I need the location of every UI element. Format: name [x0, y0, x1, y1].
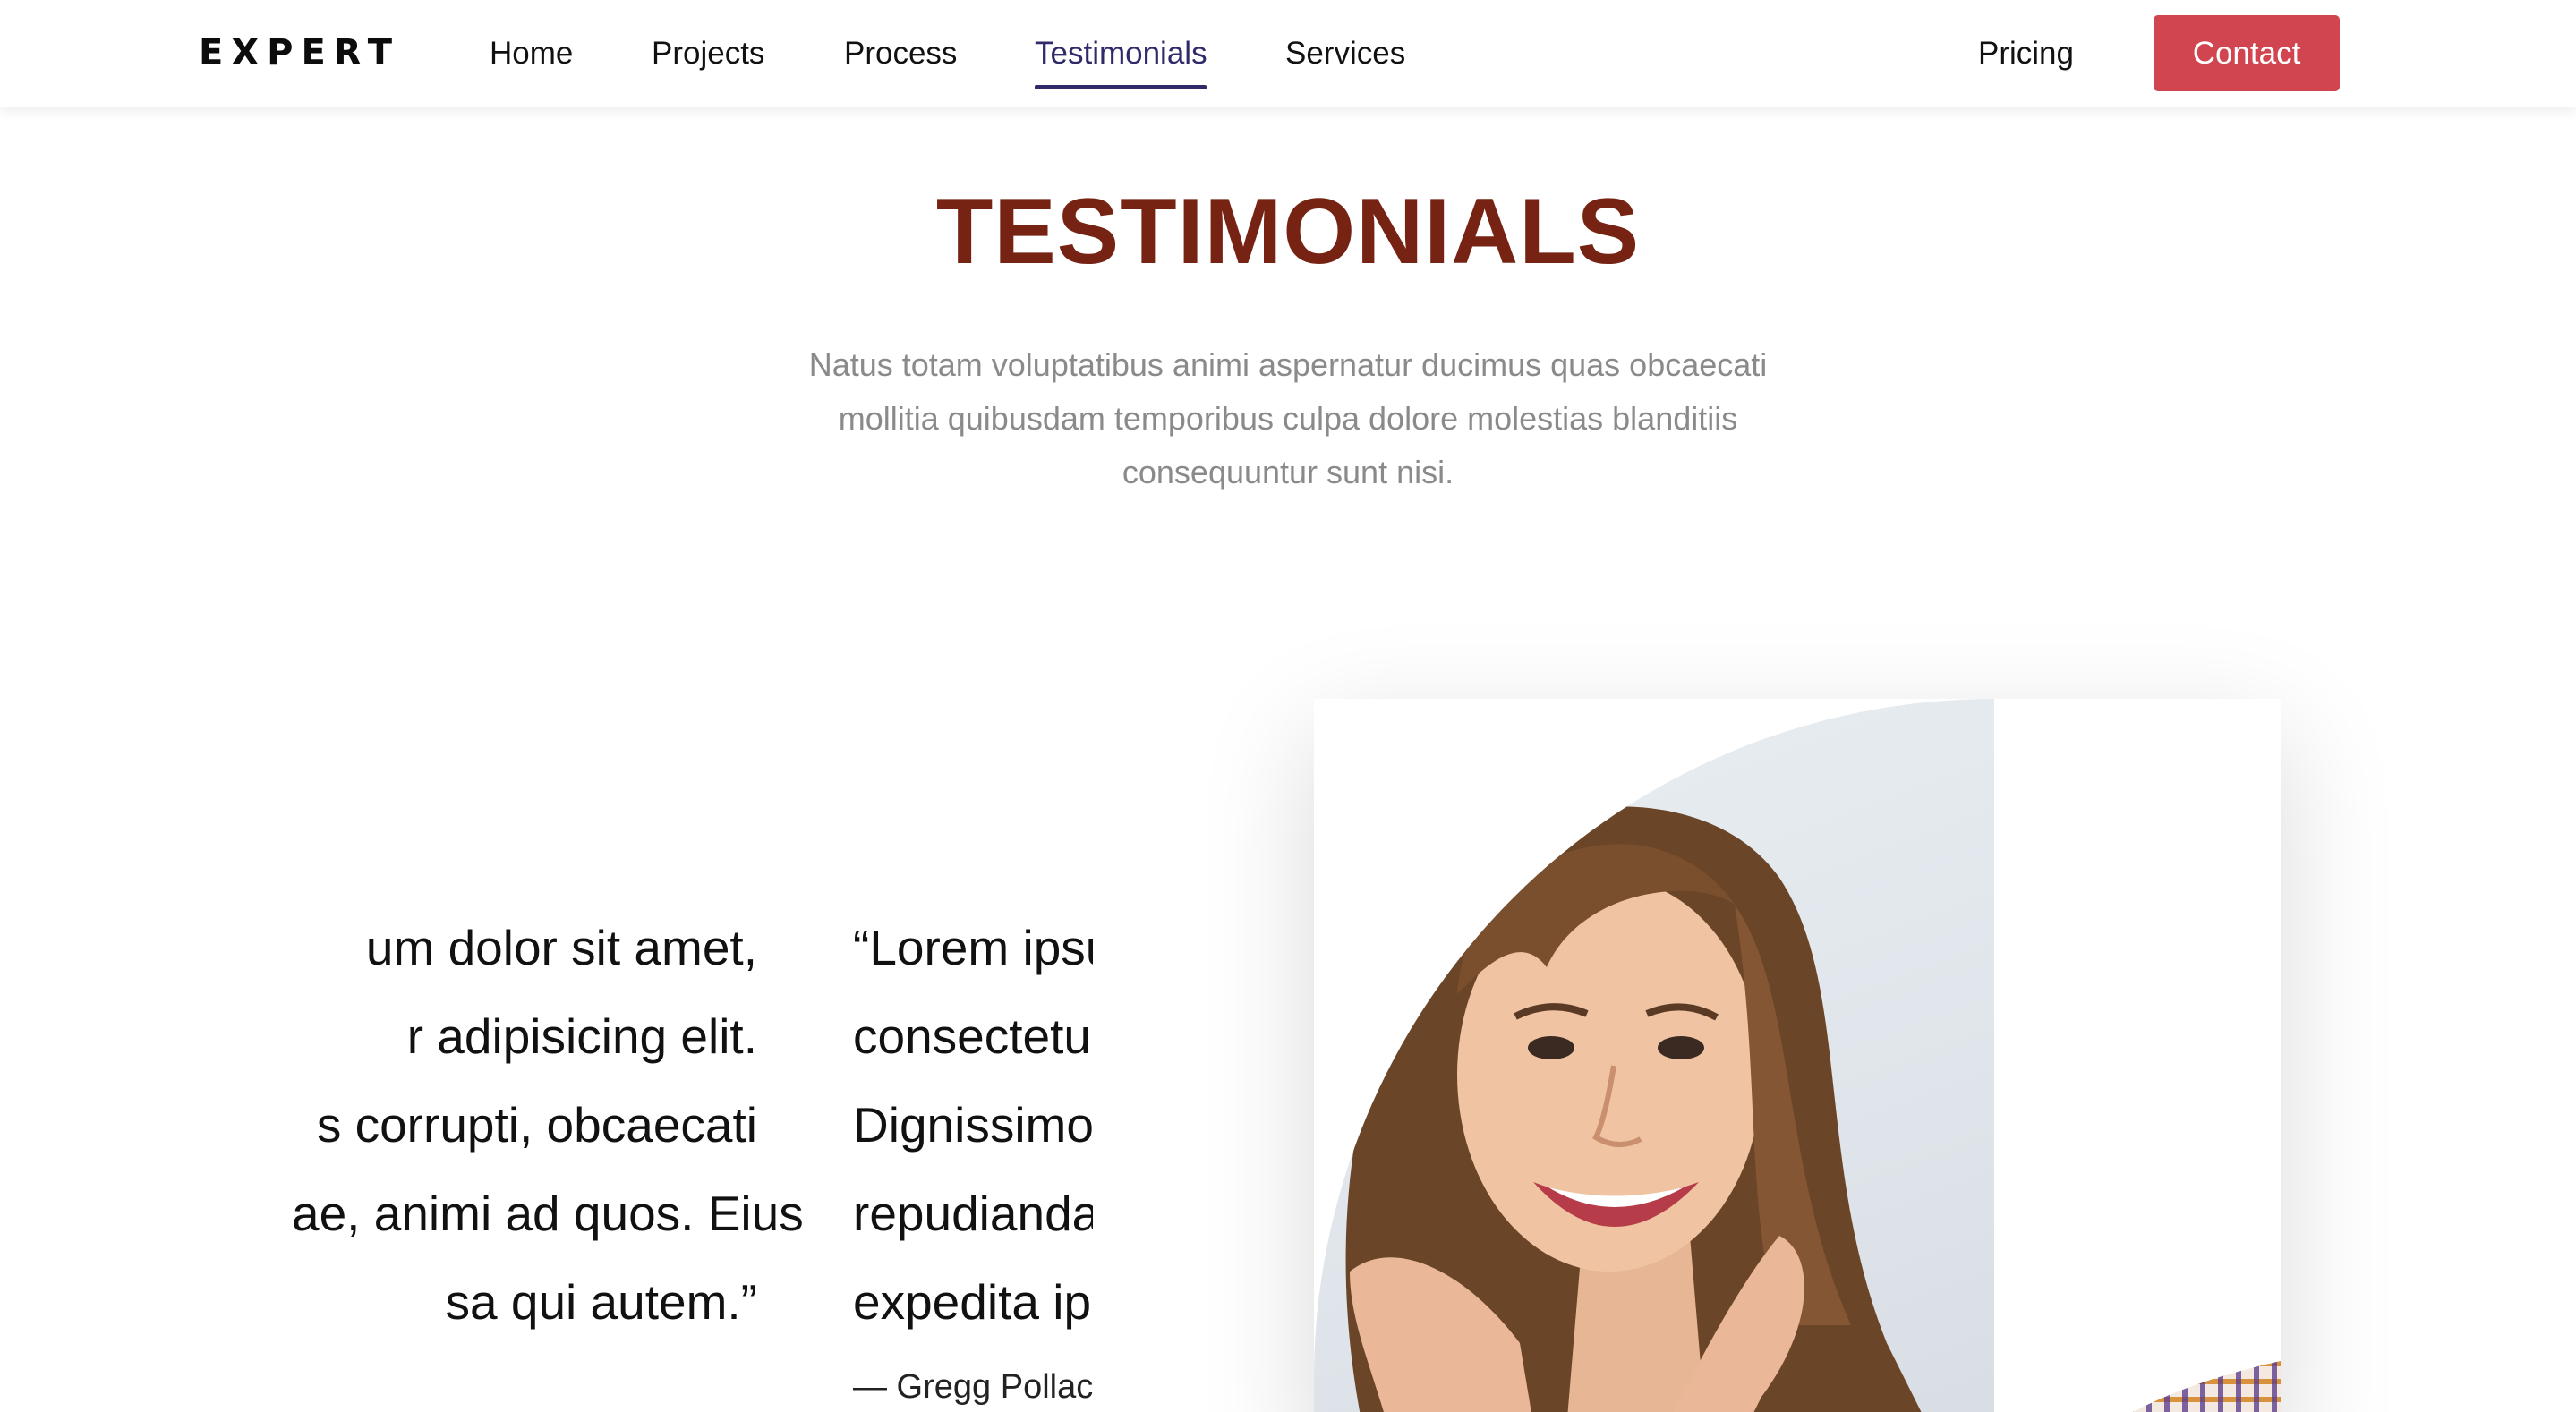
person-photo-icon — [1345, 806, 1922, 1412]
section-subtitle: Natus totam voluptatibus animi aspernatu… — [796, 338, 1780, 499]
testimonial-quote-line: s corrupti, obcaecati — [316, 1097, 757, 1153]
active-nav-indicator — [1035, 85, 1207, 89]
subtitle-line: mollitia quibusdam temporibus culpa dolo… — [838, 400, 1738, 437]
testimonial-quote-line: r adipisicing elit. — [406, 1008, 757, 1064]
navbar: EXPERT Home Projects Process Testimonial… — [0, 0, 2576, 107]
testimonial-slide: um dolor sit amet, r adipisicing elit. s… — [292, 904, 804, 1347]
nav-process[interactable]: Process — [844, 34, 957, 73]
testimonial-quote-line: Dignissimo — [853, 1097, 1093, 1153]
nav-services[interactable]: Services — [1285, 34, 1405, 73]
nav-home[interactable]: Home — [490, 34, 573, 73]
testimonial-author: — Gregg Pollac — [853, 1368, 1093, 1406]
nav-projects[interactable]: Projects — [652, 34, 764, 73]
section-title: TESTIMONIALS — [935, 180, 1641, 284]
testimonial-quote-line: consectetu — [853, 1008, 1092, 1064]
testimonial-slider[interactable]: um dolor sit amet, r adipisicing elit. s… — [292, 904, 1093, 1412]
testimonial-quote-line: sa qui autem.” — [445, 1274, 757, 1330]
testimonial-quote-line: expedita ip — [853, 1274, 1092, 1330]
testimonial-quote-line: ae, animi ad quos. Eius — [292, 1186, 804, 1241]
nav-testimonials[interactable]: Testimonials — [1035, 34, 1207, 73]
testimonial-quote-line: “Lorem ipsu — [853, 920, 1093, 975]
testimonial-slide: “Lorem ipsu consectetu Dignissimo repudi… — [853, 904, 1093, 1409]
subtitle-line: Natus totam voluptatibus animi aspernatu… — [808, 346, 1768, 383]
testimonial-quote-line: repudianda — [853, 1186, 1093, 1241]
plaid-pattern-icon — [2133, 1361, 2281, 1412]
testimonial-photo-card — [1314, 699, 2281, 1412]
brand-logo[interactable]: EXPERT — [199, 32, 400, 73]
subtitle-line: consequuntur sunt nisi. — [1122, 454, 1454, 490]
person-photo — [1314, 699, 1994, 1412]
testimonial-quote-line: um dolor sit amet, — [365, 920, 757, 975]
contact-button[interactable]: Contact — [2154, 15, 2340, 91]
nav-pricing[interactable]: Pricing — [1978, 34, 2074, 73]
